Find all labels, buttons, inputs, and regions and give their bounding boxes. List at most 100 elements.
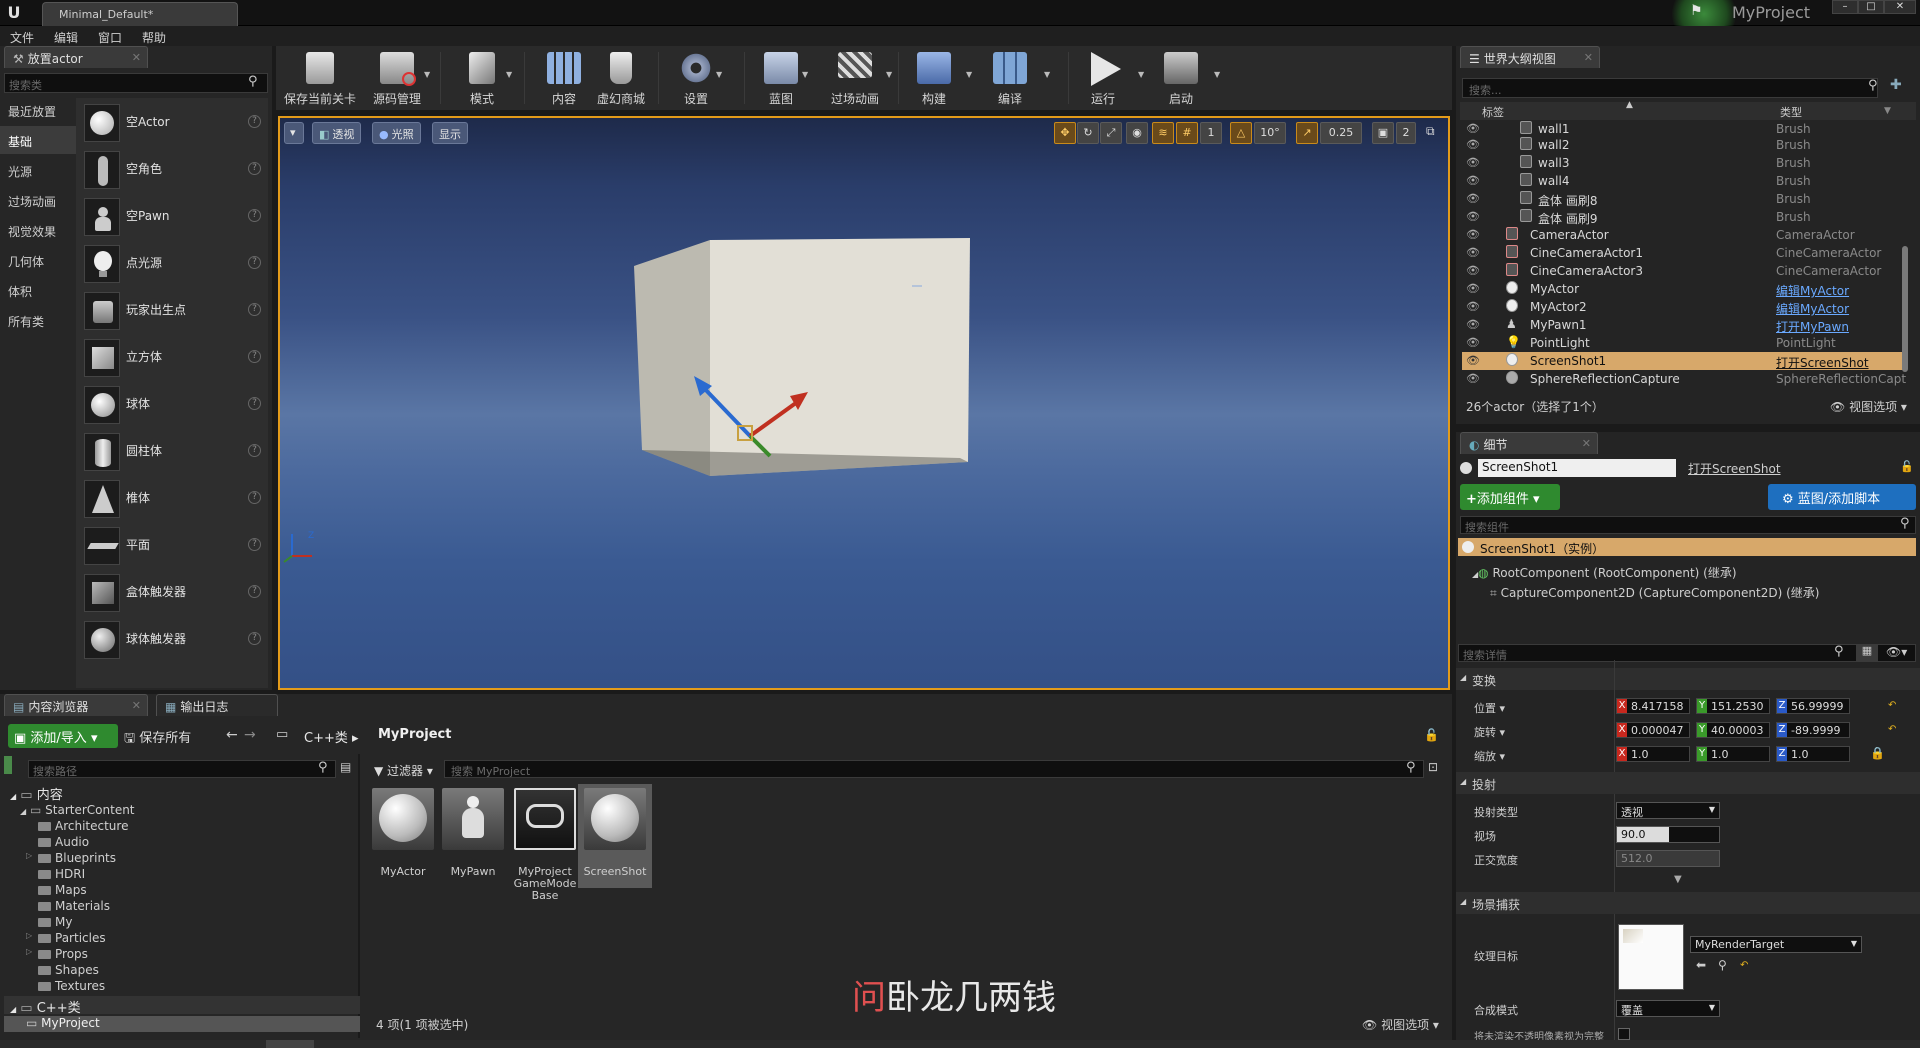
breadcrumb-project[interactable]: MyProject — [378, 727, 451, 742]
location-label[interactable]: 位置 ▾ — [1474, 700, 1505, 716]
show-button[interactable]: 显示 — [432, 122, 468, 144]
outliner-row[interactable]: 👁 CameraActor CameraActor — [1462, 226, 1906, 244]
place-search-input[interactable]: 搜索类 — [4, 73, 268, 93]
location-y-field[interactable]: Y 151.2530 — [1696, 698, 1770, 714]
help-icon[interactable]: ? — [248, 585, 261, 598]
open-pawn-link[interactable]: 打开MyPawn — [1776, 318, 1849, 335]
blueprint-add-script-button[interactable]: ⚙ 蓝图/添加脚本 — [1768, 484, 1916, 510]
scale-snap-value[interactable]: 0.25 — [1320, 122, 1362, 144]
content-browser-tab[interactable]: ▤ 内容浏览器 ✕ — [4, 694, 148, 716]
sources-toggle[interactable] — [4, 756, 12, 774]
add-import-button[interactable]: ▣ 添加/导入 ▾ — [8, 724, 118, 748]
tree-folder[interactable]: Shapes — [38, 963, 99, 977]
asset-tile[interactable]: MyActor — [370, 788, 436, 890]
tree-folder[interactable]: Props — [38, 947, 88, 961]
rotation-snap-value[interactable]: 10° — [1254, 122, 1286, 144]
reset-icon[interactable]: ↶ — [1888, 700, 1896, 711]
outliner-row[interactable]: 👁 CineCameraActor1 CineCameraActor — [1462, 244, 1906, 262]
scale-z-field[interactable]: Z 1.0 — [1776, 746, 1850, 762]
save-search-icon[interactable]: ⊡ — [1428, 760, 1438, 774]
lock-icon[interactable]: 🔓 — [1424, 728, 1439, 742]
asset-search-input[interactable]: 搜索 MyProject — [444, 760, 1424, 778]
add-component-button[interactable]: +添加组件 ▾ — [1460, 484, 1560, 510]
edit-actor-link[interactable]: 编辑MyActor — [1776, 300, 1849, 317]
actor-item-player-start[interactable]: 玩家出生点? — [80, 288, 268, 334]
scale-y-field[interactable]: Y 1.0 — [1696, 746, 1770, 762]
rotation-y-field[interactable]: Y 40.00003 — [1696, 722, 1770, 738]
save-all-button[interactable]: 🖫 保存所有 — [124, 727, 191, 751]
outliner-scrollbar[interactable] — [1902, 246, 1908, 372]
location-x-field[interactable]: X 8.417158 — [1616, 698, 1690, 714]
rotation-x-field[interactable]: X 0.000047 — [1616, 722, 1690, 738]
outliner-row[interactable]: 👁 MyActor2 编辑MyActor — [1462, 298, 1906, 316]
capture-component-row[interactable]: ⌗ CaptureComponent2D (CaptureComponent2D… — [1490, 584, 1819, 601]
projection-section-header[interactable]: ◢ 投射 — [1456, 772, 1920, 794]
level-document-tab[interactable]: Minimal_Default* — [42, 2, 238, 26]
grid-size-button[interactable]: 1 — [1200, 122, 1222, 144]
place-actor-tab[interactable]: ⚒ 放置actor ✕ — [4, 46, 148, 68]
source-control-button[interactable]: 源码管理 ▼ — [362, 48, 432, 108]
search-icon[interactable]: ⚲ — [248, 74, 258, 89]
outliner-row[interactable]: 👁 CineCameraActor3 CineCameraActor — [1462, 262, 1906, 280]
search-paths-input[interactable]: 搜索路径 — [28, 760, 336, 778]
tree-folder[interactable]: Architecture — [38, 819, 128, 833]
visibility-eye-icon[interactable]: 👁 — [1466, 138, 1480, 151]
tree-content-root[interactable]: ◢ ▭ 内容 — [10, 784, 63, 803]
category-all-classes[interactable]: 所有类 — [0, 306, 76, 334]
rotation-z-field[interactable]: Z -89.9999 — [1776, 722, 1850, 738]
outliner-view-options[interactable]: 👁 视图选项 ▾ — [1830, 398, 1907, 415]
expand-advanced-icon[interactable]: ▼ — [1674, 874, 1682, 885]
close-icon[interactable]: ✕ — [1582, 437, 1591, 450]
search-icon[interactable]: ⚲ — [1406, 760, 1416, 775]
outliner-row[interactable]: 👁 SphereReflectionCapture SphereReflection… — [1462, 370, 1906, 388]
close-icon[interactable]: ✕ — [1584, 51, 1593, 64]
save-level-button[interactable]: 保存当前关卡 — [282, 48, 358, 108]
rotate-tool-icon[interactable]: ↻ — [1077, 122, 1099, 144]
actor-item-cone[interactable]: 椎体? — [80, 476, 268, 522]
rotation-snap-icon[interactable]: △ — [1230, 122, 1252, 144]
tree-folder[interactable]: Materials — [38, 899, 110, 913]
settings-button[interactable]: 设置 ▼ — [666, 48, 726, 108]
details-tab[interactable]: ◐ 细节 ✕ — [1460, 432, 1598, 454]
tree-expand-icon[interactable]: ▷ — [26, 947, 32, 956]
help-icon[interactable]: ? — [248, 444, 261, 457]
visibility-eye-icon[interactable]: 👁 — [1466, 372, 1480, 385]
help-icon[interactable]: ? — [248, 209, 261, 222]
visibility-eye-icon[interactable]: 👁 — [1466, 282, 1480, 295]
actor-item-sphere[interactable]: 球体? — [80, 382, 268, 428]
filters-button[interactable]: ▼ 过滤器 ▾ — [374, 762, 433, 779]
actor-item-sphere-trigger[interactable]: 球体触发器? — [80, 617, 268, 663]
outliner-row[interactable]: 👁 盒体 画刷8 Brush — [1462, 190, 1906, 208]
outliner-row[interactable]: 👁 wall4 Brush — [1462, 172, 1906, 190]
menu-file[interactable]: 文件 — [10, 29, 34, 46]
visibility-eye-icon[interactable]: 👁 — [1466, 156, 1480, 169]
menu-help[interactable]: 帮助 — [142, 29, 166, 46]
close-icon[interactable]: ✕ — [132, 51, 141, 64]
column-type-header[interactable]: 类型 — [1780, 104, 1802, 120]
rotation-label[interactable]: 旋转 ▾ — [1474, 724, 1505, 740]
help-icon[interactable]: ? — [248, 397, 261, 410]
blueprints-button[interactable]: 蓝图 ▼ — [752, 48, 810, 108]
tree-expand-icon[interactable]: ▷ — [26, 851, 32, 860]
outliner-row-selected[interactable]: 👁 ScreenShot1 打开ScreenShot — [1462, 352, 1906, 370]
scale-snap-icon[interactable]: ↗ — [1296, 122, 1318, 144]
composite-mode-dropdown[interactable]: 覆盖 ▼ — [1616, 1000, 1720, 1017]
breadcrumb-cpp[interactable]: C++类 ▸ — [304, 727, 359, 746]
outliner-row[interactable]: 👁 wall2 Brush — [1462, 136, 1906, 154]
category-visual-effects[interactable]: 视觉效果 — [0, 216, 76, 244]
marketplace-button[interactable]: 虚幻商城 — [592, 48, 650, 108]
level-viewport[interactable]: Z — [278, 116, 1450, 690]
play-button[interactable]: 运行 ▼ — [1076, 48, 1144, 108]
projection-type-dropdown[interactable]: 透视 ▼ — [1616, 802, 1720, 819]
camera-speed-icon[interactable]: ▣ — [1372, 122, 1394, 144]
outliner-search-input[interactable]: 搜索... — [1462, 78, 1878, 98]
fov-field[interactable]: 90.0 — [1616, 826, 1720, 843]
close-icon[interactable]: ✕ — [132, 699, 141, 712]
camera-speed-value[interactable]: 2 — [1396, 122, 1416, 144]
grid-snap-icon[interactable]: # — [1176, 122, 1198, 144]
use-selected-arrow-icon[interactable]: ⬅ — [1696, 958, 1706, 972]
menu-window[interactable]: 窗口 — [98, 29, 122, 46]
asset-tile-selected[interactable]: ScreenShot — [582, 788, 648, 890]
path-view-options-icon[interactable]: ▤ — [340, 760, 351, 774]
help-icon[interactable]: ? — [248, 350, 261, 363]
